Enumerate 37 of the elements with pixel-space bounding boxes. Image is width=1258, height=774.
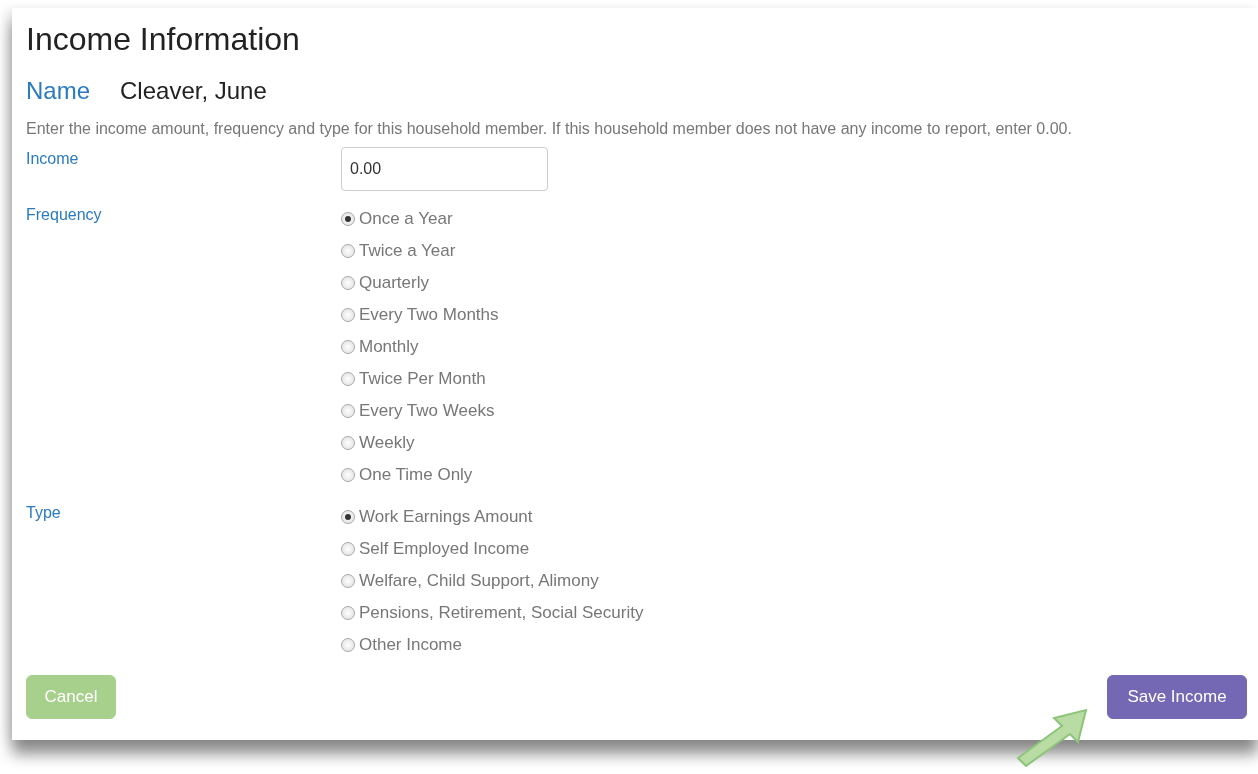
radio-button[interactable] (341, 574, 355, 589)
radio-label: Twice Per Month (359, 368, 486, 391)
radio-button[interactable] (341, 308, 355, 323)
radio-button[interactable] (341, 468, 355, 483)
radio-button[interactable] (341, 606, 355, 621)
radio-button[interactable] (341, 404, 355, 419)
radio-label: One Time Only (359, 464, 473, 487)
radio-label: Once a Year (359, 208, 453, 231)
income-field[interactable]: 0.00 (341, 147, 548, 192)
instructions-text: Enter the income amount, frequency and type for this household member. If this household member does not have any income to report, enter 0.00. (26, 119, 1073, 140)
radio-label: Monthly (359, 336, 419, 359)
radio-label: Twice a Year (359, 240, 456, 263)
radio-button[interactable] (341, 542, 355, 557)
radio-label: Work Earnings Amount (359, 506, 533, 529)
field-label: Type (26, 503, 62, 524)
name-value: Cleaver, June (120, 76, 267, 107)
radio-button[interactable] (341, 372, 355, 387)
radio-button[interactable] (341, 276, 355, 291)
radio-label: Pensions, Retirement, Social Security (359, 602, 644, 625)
radio-label: Welfare, Child Support, Alimony (359, 570, 599, 593)
radio-label: Other Income (359, 634, 462, 657)
income-label: Income (26, 149, 80, 170)
radio-label: Self Employed Income (359, 538, 530, 561)
page-title: Income Information (26, 22, 301, 58)
radio-button[interactable] (341, 436, 355, 451)
save-button[interactable]: Save Income (1107, 675, 1247, 720)
radio-button[interactable] (341, 340, 355, 355)
radio-button[interactable] (341, 212, 355, 227)
radio-label: Every Two Months (359, 304, 499, 327)
radio-button[interactable] (341, 638, 355, 653)
radio-button[interactable] (341, 510, 355, 525)
name-label: Name (26, 76, 91, 107)
radio-label: Quarterly (359, 272, 429, 295)
radio-button[interactable] (341, 244, 355, 259)
radio-label: Every Two Weeks (359, 400, 495, 423)
radio-label: Weekly (359, 432, 415, 455)
field-label: Frequency (26, 205, 103, 226)
